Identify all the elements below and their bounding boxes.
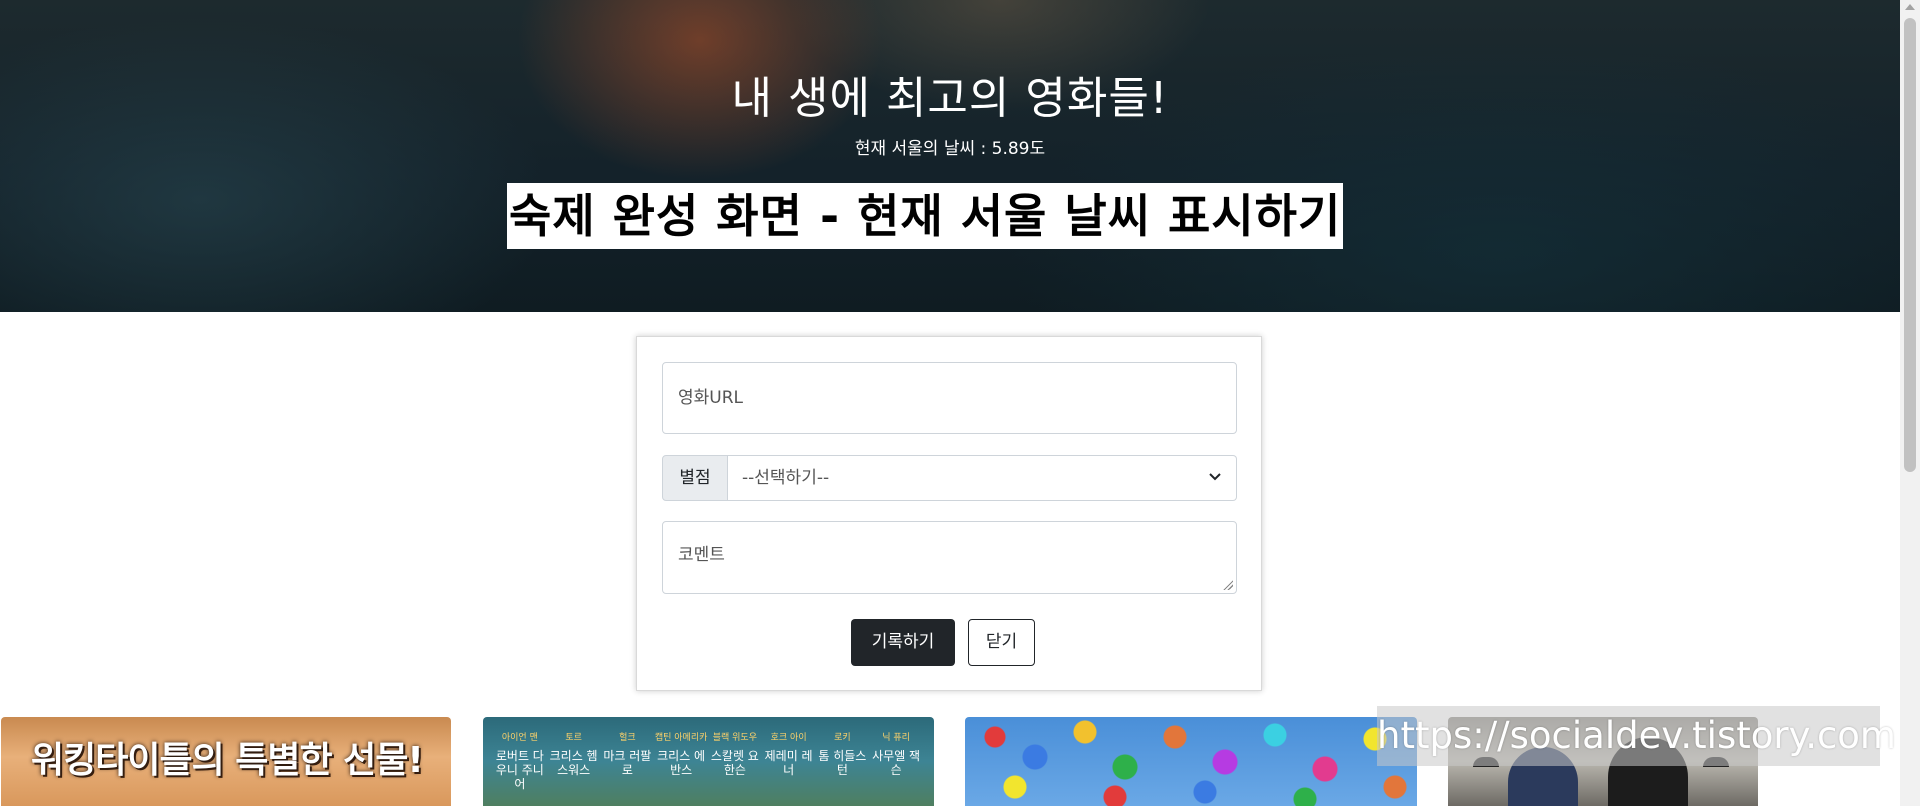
cast-item: 호크 아이제레미 레너 [762, 731, 816, 791]
cast-item: 로키톰 히들스턴 [816, 731, 870, 791]
page-title: 내 생에 최고의 영화들! [731, 73, 1169, 124]
cast-name: 제레미 레너 [764, 749, 813, 777]
page-scrollbar[interactable] [1900, 0, 1920, 806]
star-rating-select[interactable]: --선택하기-- [728, 455, 1237, 501]
cast-role: 닉 퓨리 [882, 733, 910, 743]
cast-name: 로버트 다우니 주니어 [495, 749, 544, 791]
close-button[interactable]: 닫기 [968, 619, 1035, 666]
comment-textarea[interactable]: 코멘트 [662, 521, 1237, 594]
cast-name: 사무엘 잭슨 [872, 749, 921, 777]
cast-item: 닉 퓨리사무엘 잭슨 [869, 731, 923, 791]
arrow-up-icon[interactable] [1905, 4, 1915, 10]
movie-url-input[interactable]: 영화URL [662, 362, 1237, 434]
star-rating-label: 별점 [662, 455, 728, 501]
movie-poster-text: 워킹타이틀의 특별한 선물! [31, 740, 424, 781]
cast-name: 스칼렛 요한슨 [710, 749, 759, 777]
chevron-down-icon [1208, 456, 1222, 517]
cast-name: 마크 러팔로 [603, 749, 652, 777]
star-select-value: --선택하기-- [742, 468, 830, 488]
cast-name: 크리스 헴스워스 [549, 749, 598, 777]
cast-item: 토르크리스 헴스워스 [547, 731, 601, 791]
save-button[interactable]: 기록하기 [851, 619, 955, 666]
cast-role: 헐크 [619, 733, 636, 743]
cast-item: 헐크마크 러팔로 [601, 731, 655, 791]
resize-grip-icon[interactable] [1223, 580, 1233, 590]
movie-post-form: 영화URL 별점 --선택하기-- 코멘트 기록하기 닫기 [636, 336, 1262, 691]
caption-wrapper: 숙제 완성 화면 - 현재 서울 날씨 표시하기 [507, 183, 1344, 249]
movie-card-3[interactable] [965, 717, 1417, 806]
scrollbar-thumb[interactable] [1904, 18, 1916, 472]
hero-banner: 내 생에 최고의 영화들! 현재 서울의 날씨 : 5.89도 숙제 완성 화면… [0, 0, 1900, 312]
cast-item: 캡틴 아메리카크리스 에반스 [654, 731, 708, 791]
cast-item: 아이언 맨로버트 다우니 주니어 [493, 731, 547, 791]
cast-item: 블랙 위도우스칼렛 요한슨 [708, 731, 762, 791]
cast-role: 캡틴 아메리카 [654, 733, 708, 743]
cast-role: 로키 [834, 733, 851, 743]
movie-card-2[interactable]: 아이언 맨로버트 다우니 주니어 토르크리스 헴스워스 헐크마크 러팔로 캡틴 … [483, 717, 934, 806]
cast-role: 아이언 맨 [501, 733, 538, 743]
weather-text: 현재 서울의 날씨 : 5.89도 [854, 139, 1046, 159]
comment-placeholder: 코멘트 [678, 545, 725, 565]
star-rating-group: 별점 --선택하기-- [662, 455, 1237, 501]
cast-role: 블랙 위도우 [712, 733, 757, 743]
cast-name: 톰 히들스턴 [818, 749, 867, 777]
watermark-url: https://socialdev.tistory.com [1377, 706, 1896, 766]
cast-role: 호크 아이 [770, 733, 807, 743]
caption-overlay: 숙제 완성 화면 - 현재 서울 날씨 표시하기 [507, 183, 1344, 249]
cast-list: 아이언 맨로버트 다우니 주니어 토르크리스 헴스워스 헐크마크 러팔로 캡틴 … [493, 731, 923, 791]
cast-role: 토르 [565, 733, 582, 743]
cast-name: 크리스 에반스 [657, 749, 706, 777]
movie-card-1[interactable]: 워킹타이틀의 특별한 선물! [1, 717, 451, 806]
